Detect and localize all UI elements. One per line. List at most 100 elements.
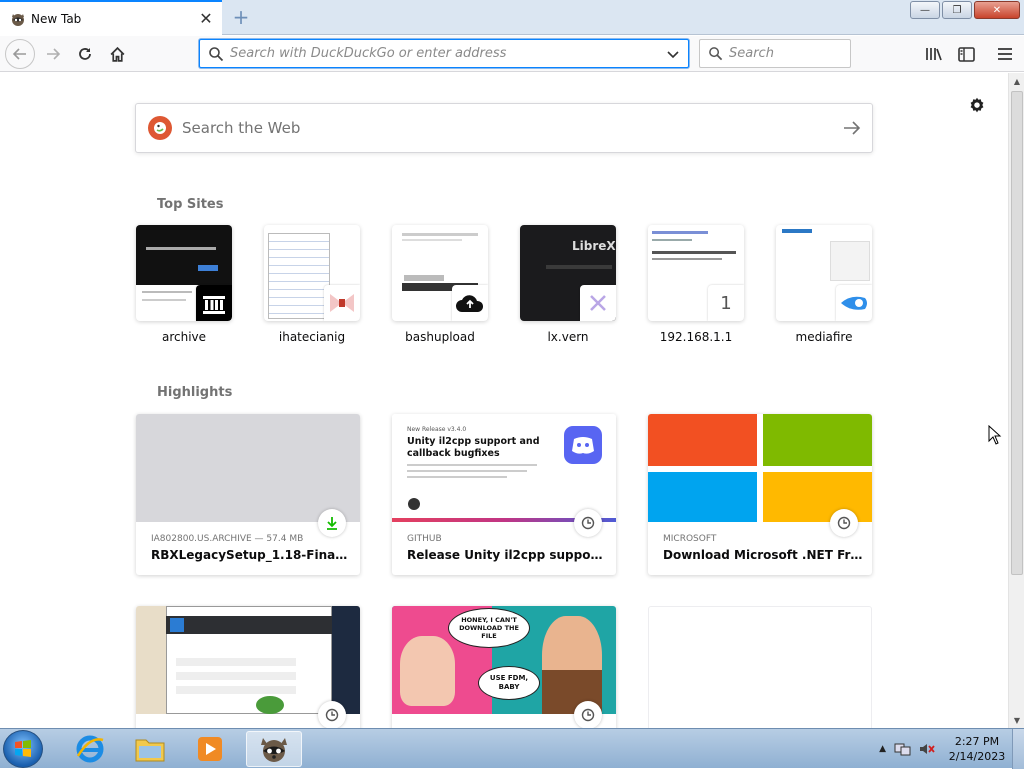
taskbar-internet-explorer[interactable] xyxy=(62,731,118,767)
taskbar-browser[interactable] xyxy=(246,731,302,767)
library-button[interactable] xyxy=(920,40,948,68)
top-site-thumbnail: 1 xyxy=(648,225,744,321)
top-site-thumbnail xyxy=(264,225,360,321)
highlight-title: Download Microsoft .NET Frame... xyxy=(663,548,863,562)
highlight-card-github[interactable]: New Release v3.4.0 Unity il2cpp support … xyxy=(392,414,616,575)
taskbar-media-player[interactable] xyxy=(182,731,238,767)
web-search-submit-button[interactable] xyxy=(832,120,872,136)
navigation-toolbar xyxy=(0,36,1024,72)
clock-time: 2:27 PM xyxy=(954,735,1000,748)
clock-icon xyxy=(830,509,858,537)
forward-arrow-icon xyxy=(47,48,61,60)
new-tab-button[interactable]: + xyxy=(228,5,254,29)
top-site-label: ihatecianig xyxy=(278,330,346,344)
highlight-preview xyxy=(136,414,360,522)
site-letter-icon: 1 xyxy=(708,285,744,321)
hamburger-menu-icon xyxy=(998,48,1012,60)
highlight-source: GITHUB xyxy=(407,534,442,544)
show-desktop-button[interactable] xyxy=(1012,729,1024,769)
preview-heading: Unity il2cpp support and callback bugfix… xyxy=(407,436,540,459)
top-site-ihatecianig[interactable]: ihatecianig xyxy=(264,225,360,344)
highlight-card-microsoft[interactable]: MICROSOFT Download Microsoft .NET Frame.… xyxy=(648,414,872,575)
clock-icon xyxy=(574,701,602,728)
sidebar-button[interactable] xyxy=(952,40,980,68)
highlight-preview xyxy=(136,606,360,714)
library-icon xyxy=(926,48,942,61)
top-site-archive[interactable]: archive xyxy=(136,225,232,344)
arrow-right-icon xyxy=(844,121,861,135)
maximize-button[interactable]: ❐ xyxy=(942,1,972,19)
comic-speech-bubble: HONEY, I CAN'T DOWNLOAD THE FILE xyxy=(448,608,530,648)
windows-taskbar: ▲ 2:27 PM 2/14/2023 xyxy=(0,728,1024,769)
download-icon xyxy=(318,509,346,537)
start-button[interactable] xyxy=(3,730,43,768)
highlight-title: RBXLegacySetup_1.18-Final.exe xyxy=(151,548,351,562)
mediafire-flame-icon xyxy=(836,285,872,321)
web-search-box[interactable] xyxy=(135,103,873,153)
clock-icon xyxy=(574,509,602,537)
highlight-source: IA802800.US.ARCHIVE — 57.4 MB xyxy=(151,534,304,544)
search-input[interactable] xyxy=(729,46,839,61)
back-button[interactable] xyxy=(5,39,35,69)
top-site-thumbnail xyxy=(136,225,232,321)
top-site-mediafire[interactable]: mediafire xyxy=(776,225,872,344)
mouse-cursor-icon xyxy=(988,425,1002,445)
tab-new-tab[interactable]: New Tab ✕ xyxy=(0,0,222,35)
address-input[interactable] xyxy=(230,46,662,61)
scroll-down-arrow-icon[interactable]: ▼ xyxy=(1009,712,1024,728)
url-history-dropdown[interactable] xyxy=(662,47,684,61)
highlight-card-fdm-comic[interactable]: HONEY, I CAN'T DOWNLOAD THE FILE USE FDM… xyxy=(392,606,616,728)
top-site-thumbnail xyxy=(776,225,872,321)
highlight-source: MICROSOFT xyxy=(663,534,717,544)
top-site-label: 192.168.1.1 xyxy=(659,330,733,344)
open-menu-button[interactable] xyxy=(991,40,1019,68)
highlight-title: Release Unity il2cpp support and... xyxy=(407,548,607,562)
highlight-preview xyxy=(648,414,872,522)
highlight-card-empty xyxy=(648,606,872,728)
top-site-lx-vern[interactable]: LibreX lx.vern xyxy=(520,225,616,344)
forward-button[interactable] xyxy=(39,40,67,68)
scroll-up-arrow-icon[interactable]: ▲ xyxy=(1009,73,1024,89)
gear-icon[interactable] xyxy=(966,95,988,117)
top-site-label: archive xyxy=(161,330,207,344)
preview-release-text: New Release v3.4.0 xyxy=(407,426,467,433)
window-controls: — ❐ ✕ xyxy=(910,1,1020,19)
home-button[interactable] xyxy=(103,40,131,68)
top-site-thumbnail xyxy=(392,225,488,321)
top-site-router[interactable]: 1 192.168.1.1 xyxy=(648,225,744,344)
close-window-button[interactable]: ✕ xyxy=(974,1,1020,19)
scrollbar-thumb[interactable] xyxy=(1011,91,1023,575)
tab-close-icon[interactable]: ✕ xyxy=(196,9,216,29)
librex-x-icon xyxy=(580,285,616,321)
archive-building-icon xyxy=(196,285,232,321)
taskbar-file-explorer[interactable] xyxy=(122,731,178,767)
highlights-heading: Highlights xyxy=(157,385,233,400)
reload-button[interactable] xyxy=(71,40,99,68)
address-bar[interactable] xyxy=(199,39,689,68)
page-scrollbar[interactable]: ▲ ▼ xyxy=(1008,73,1024,728)
media-player-icon xyxy=(198,737,222,761)
search-icon xyxy=(709,47,723,61)
minimize-button[interactable]: — xyxy=(910,1,940,19)
network-icon[interactable] xyxy=(894,741,912,757)
internet-explorer-icon xyxy=(76,735,104,763)
top-sites-grid: archive ihatecianig bashupload LibreX lx… xyxy=(136,225,872,344)
highlight-card-fdm[interactable] xyxy=(136,606,360,728)
title-bar: New Tab ✕ + — ❐ ✕ xyxy=(0,0,1024,35)
duckduckgo-logo-icon xyxy=(148,116,172,140)
top-site-bashupload[interactable]: bashupload xyxy=(392,225,488,344)
discord-icon xyxy=(564,426,602,464)
chevron-down-icon xyxy=(667,50,679,58)
web-search-input[interactable] xyxy=(182,119,832,137)
highlight-card-rbxlegacy[interactable]: IA802800.US.ARCHIVE — 57.4 MB RBXLegacyS… xyxy=(136,414,360,575)
butterfly-icon xyxy=(324,285,360,321)
search-bar[interactable] xyxy=(699,39,851,68)
volume-muted-icon[interactable] xyxy=(918,741,936,757)
taskbar-clock[interactable]: 2:27 PM 2/14/2023 xyxy=(942,734,1012,764)
tab-title: New Tab xyxy=(31,11,82,26)
show-hidden-icons-icon[interactable]: ▲ xyxy=(879,744,886,754)
comic-speech-bubble: USE FDM, BABY xyxy=(478,666,540,700)
raccoon-browser-icon xyxy=(261,738,287,762)
cloud-upload-icon xyxy=(452,285,488,321)
back-arrow-icon xyxy=(12,48,26,60)
